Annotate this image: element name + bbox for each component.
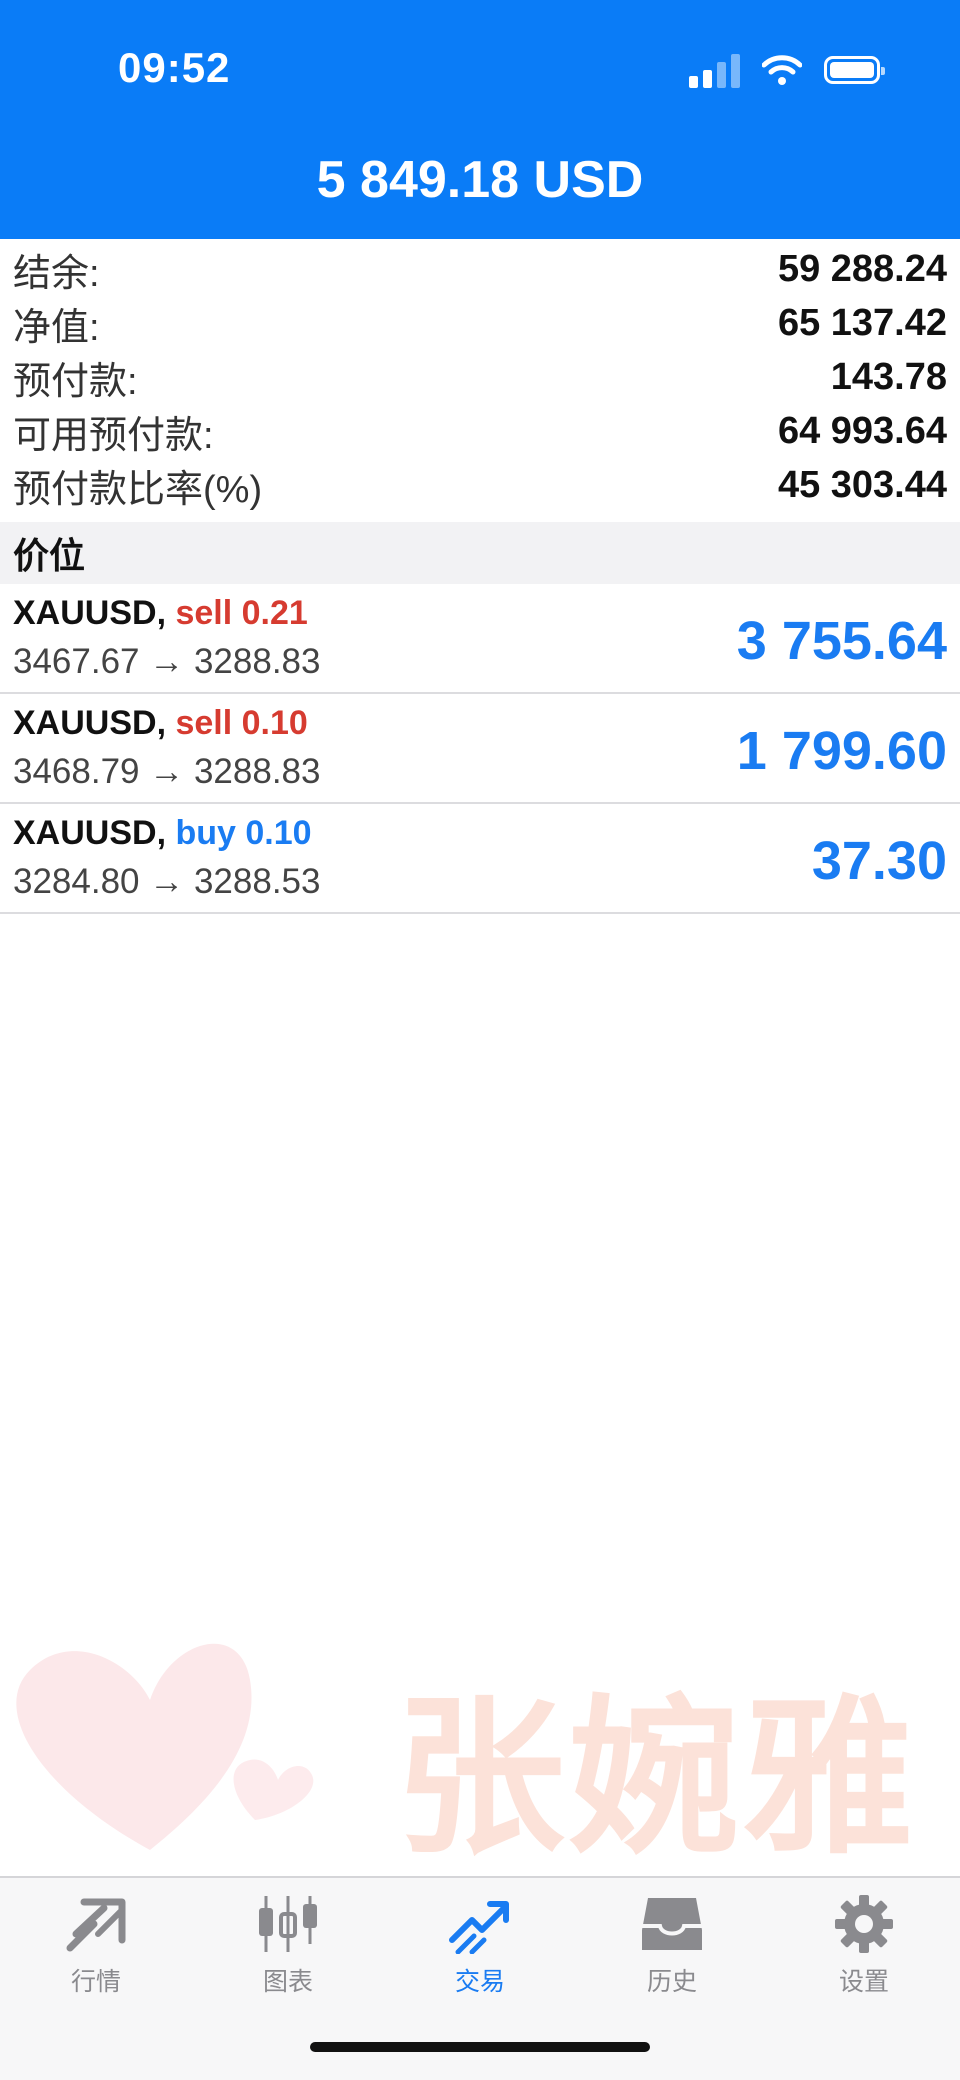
position-profit: 3 755.64 [736,611,947,671]
position-side: sell 0.21 [175,594,308,632]
status-time: 09:52 [118,44,231,91]
summary-row-margin-level: 预付款比率(%) 45 303.44 [0,458,960,512]
history-inbox-icon [642,1898,702,1950]
positions-section-header: 价位 [0,522,960,584]
tab-trade[interactable]: 交易 [384,1894,576,1998]
summary-value: 59 288.24 [777,247,947,290]
watermark: 张婉雅 [0,1620,960,1880]
cellular-signal-icon [689,52,740,88]
position-row[interactable]: XAUUSD, sell 0.21 3467.67 → 3288.83 3 75… [0,584,960,694]
summary-label: 可用预付款: [13,414,214,457]
position-profit: 37.30 [811,831,947,891]
tab-label: 图表 [262,1968,313,1996]
summary-label: 净值: [13,306,100,349]
summary-value: 143.78 [830,355,947,398]
position-side: buy 0.10 [175,814,312,852]
tab-charts[interactable]: 图表 [192,1894,384,1998]
tab-label: 交易 [454,1968,505,1996]
heart-watermark-icon [16,1643,314,1850]
summary-value: 45 303.44 [777,463,947,506]
quotes-icon [66,1898,126,1952]
summary-value: 64 993.64 [777,409,947,452]
wifi-icon [762,55,802,85]
position-row[interactable]: XAUUSD, buy 0.10 3284.80 → 3288.53 37.30 [0,804,960,914]
trade-icon [449,1901,509,1954]
app-header: 09:52 5 849.18 USD [0,0,960,239]
tab-label: 设置 [838,1968,889,1996]
tab-label: 历史 [646,1968,697,1996]
tab-settings[interactable]: 设置 [768,1894,960,1998]
position-title: XAUUSD, sell 0.10 [13,704,308,743]
tab-quotes[interactable]: 行情 [0,1894,192,1998]
position-symbol: XAUUSD, [13,814,167,852]
positions-list: XAUUSD, sell 0.21 3467.67 → 3288.83 3 75… [0,584,960,914]
status-icons [689,50,885,90]
summary-row-margin: 预付款: 143.78 [0,350,960,404]
position-prices: 3284.80 → 3288.53 [13,862,321,901]
position-symbol: XAUUSD, [13,594,167,632]
position-symbol: XAUUSD, [13,704,167,742]
position-profit: 1 799.60 [736,721,947,781]
position-prices: 3467.67 → 3288.83 [13,642,321,681]
summary-label: 预付款比率(%) [13,468,263,511]
settings-gear-icon [835,1895,893,1953]
position-side: sell 0.10 [175,704,308,742]
account-summary: 结余: 59 288.24 净值: 65 137.42 预付款: 143.78 … [0,242,960,512]
battery-icon [824,56,885,84]
tab-label: 行情 [70,1968,121,1996]
summary-label: 预付款: [13,360,138,403]
summary-row-free-margin: 可用预付款: 64 993.64 [0,404,960,458]
summary-value: 65 137.42 [777,301,947,344]
summary-label: 结余: [13,252,100,295]
home-indicator[interactable] [310,2042,650,2052]
summary-row-equity: 净值: 65 137.42 [0,296,960,350]
position-title: XAUUSD, sell 0.21 [13,594,308,633]
summary-row-balance: 结余: 59 288.24 [0,242,960,296]
position-title: XAUUSD, buy 0.10 [13,814,312,853]
watermark-text: 张婉雅 [395,1680,918,1878]
page-title: 5 849.18 USD [316,151,644,209]
tab-history[interactable]: 历史 [576,1894,768,1998]
position-prices: 3468.79 → 3288.83 [13,752,321,791]
chart-candles-icon [259,1896,317,1952]
position-row[interactable]: XAUUSD, sell 0.10 3468.79 → 3288.83 1 79… [0,694,960,804]
